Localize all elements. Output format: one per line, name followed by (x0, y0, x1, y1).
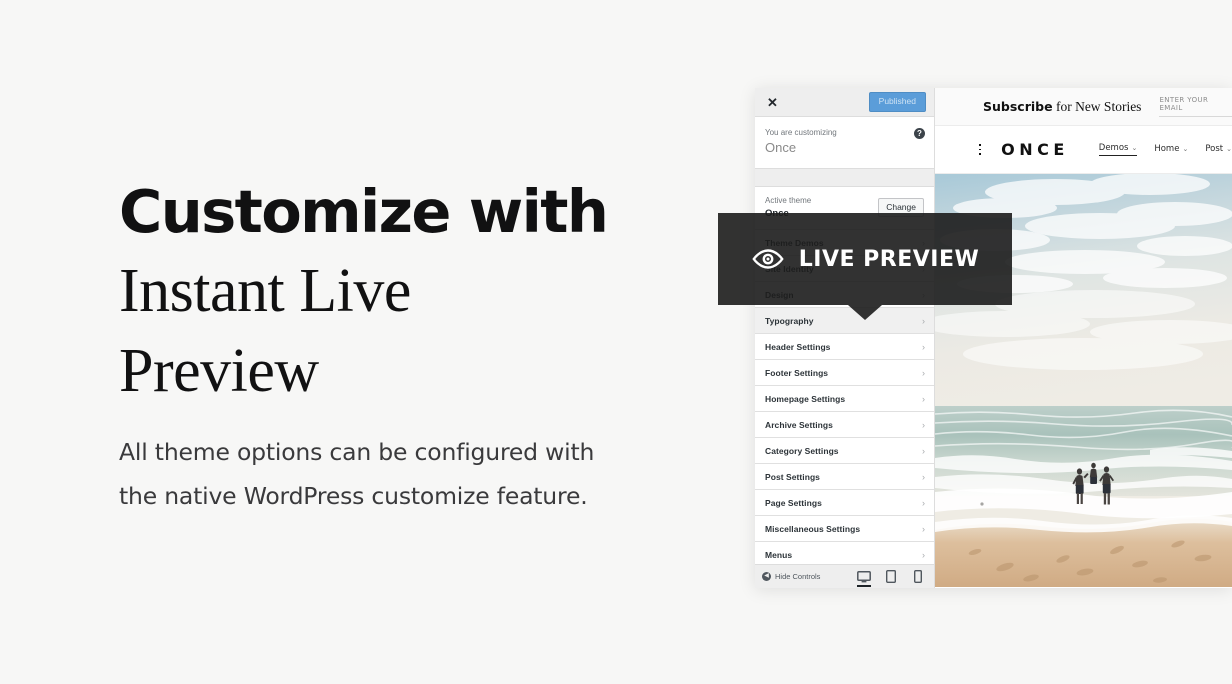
customizer-sidebar: ✕ Published You are customizing Once ? A… (755, 88, 935, 588)
device-preview-switcher (856, 567, 926, 587)
section-post-settings[interactable]: Post Settings › (755, 464, 934, 490)
nav-item-post[interactable]: Post ⌄ (1205, 144, 1232, 156)
nav-label: Home (1154, 143, 1180, 154)
nav-item-home[interactable]: Home ⌄ (1154, 144, 1188, 156)
section-label: Typography (765, 315, 814, 326)
active-theme-label: Active theme (765, 196, 812, 205)
live-preview-label: LIVE PREVIEW (798, 246, 980, 272)
subcopy-line-1: All theme options can be configured with (119, 438, 595, 466)
subscribe-headline: Subscribe for New Stories (983, 99, 1141, 115)
section-label: Footer Settings (765, 367, 829, 378)
section-label: Page Settings (765, 497, 822, 508)
subscribe-bar: Subscribe for New Stories ENTER YOUR EMA… (935, 88, 1232, 126)
publish-button[interactable]: Published (868, 92, 926, 112)
email-input[interactable]: ENTER YOUR EMAIL (1159, 96, 1232, 117)
subscribe-rest-text: for New Stories (1052, 98, 1142, 114)
eye-icon (752, 249, 784, 269)
section-header-settings[interactable]: Header Settings › (755, 334, 934, 360)
headline-line-1: Customize with (119, 177, 609, 246)
section-label: Category Settings (765, 445, 839, 456)
chevron-right-icon: › (921, 497, 925, 508)
section-label: Post Settings (765, 471, 820, 482)
customizer-footer: ◀ Hide Controls (755, 564, 934, 588)
chevron-down-icon: ⌄ (1182, 144, 1189, 153)
customizer-topbar: ✕ Published (755, 88, 934, 116)
chevron-right-icon: › (921, 419, 925, 430)
section-label: Homepage Settings (765, 393, 846, 404)
customizing-label: You are customizing (765, 128, 837, 137)
chevron-right-icon: › (921, 523, 925, 534)
tablet-preview-icon[interactable] (883, 567, 899, 587)
subcopy-line-2: the native WordPress customize feature. (119, 482, 588, 510)
section-homepage-settings[interactable]: Homepage Settings › (755, 386, 934, 412)
chevron-right-icon: › (921, 393, 925, 404)
chevron-right-icon: › (921, 367, 925, 378)
chevron-right-icon: › (921, 315, 925, 326)
sidebar-spacer (755, 169, 934, 186)
section-category-settings[interactable]: Category Settings › (755, 438, 934, 464)
customizer-browser-mockup: ✕ Published You are customizing Once ? A… (755, 88, 1232, 588)
section-footer-settings[interactable]: Footer Settings › (755, 360, 934, 386)
desktop-preview-icon[interactable] (856, 567, 872, 587)
headline-line-2: Instant Live (119, 257, 411, 325)
chevron-right-icon: › (921, 471, 925, 482)
section-page-settings[interactable]: Page Settings › (755, 490, 934, 516)
site-brand-logo: ONCE (1001, 140, 1069, 159)
help-icon[interactable]: ? (914, 128, 925, 139)
subscribe-bold-word: Subscribe (983, 98, 1053, 114)
hide-controls-label: Hide Controls (775, 572, 821, 581)
headline-line-3: Preview (119, 337, 319, 405)
chevron-right-icon: › (921, 445, 925, 456)
customizing-site-title: Once (765, 140, 797, 155)
close-icon[interactable]: ✕ (763, 94, 782, 111)
chevron-right-icon: › (921, 549, 925, 560)
nav-item-demos[interactable]: Demos ⌄ (1098, 143, 1138, 156)
hamburger-menu-icon[interactable] (979, 144, 982, 155)
nav-label: Post (1205, 143, 1224, 154)
collapse-arrow-icon: ◀ (762, 572, 771, 581)
section-label: Archive Settings (765, 419, 833, 430)
hide-controls-button[interactable]: ◀ Hide Controls (762, 572, 820, 581)
mobile-preview-icon[interactable] (910, 567, 926, 587)
section-typography[interactable]: Typography › (755, 308, 934, 334)
section-miscellaneous-settings[interactable]: Miscellaneous Settings › (755, 516, 934, 542)
section-label: Miscellaneous Settings (765, 523, 861, 534)
nav-label: Demos (1098, 143, 1129, 153)
site-navbar: ONCE Demos ⌄ Home ⌄ Post ⌄ (935, 126, 1232, 174)
section-menus[interactable]: Menus › (755, 542, 934, 564)
customizing-header: You are customizing Once ? (755, 116, 934, 169)
section-label: Menus (765, 549, 793, 560)
chevron-down-icon: ⌄ (1226, 144, 1232, 153)
section-archive-settings[interactable]: Archive Settings › (755, 412, 934, 438)
live-preview-overlay: LIVE PREVIEW (718, 213, 1012, 305)
marketing-subcopy: All theme options can be configured with… (119, 430, 679, 518)
chevron-down-icon: ⌄ (1131, 144, 1138, 152)
section-label: Header Settings (765, 341, 831, 352)
marketing-copy: Customize with Instant Live Preview (119, 172, 719, 411)
site-preview: Subscribe for New Stories ENTER YOUR EMA… (935, 88, 1232, 588)
page-root: Customize with Instant Live Preview All … (0, 0, 1232, 684)
site-nav-links: Demos ⌄ Home ⌄ Post ⌄ (1098, 143, 1232, 156)
chevron-right-icon: › (921, 341, 925, 352)
